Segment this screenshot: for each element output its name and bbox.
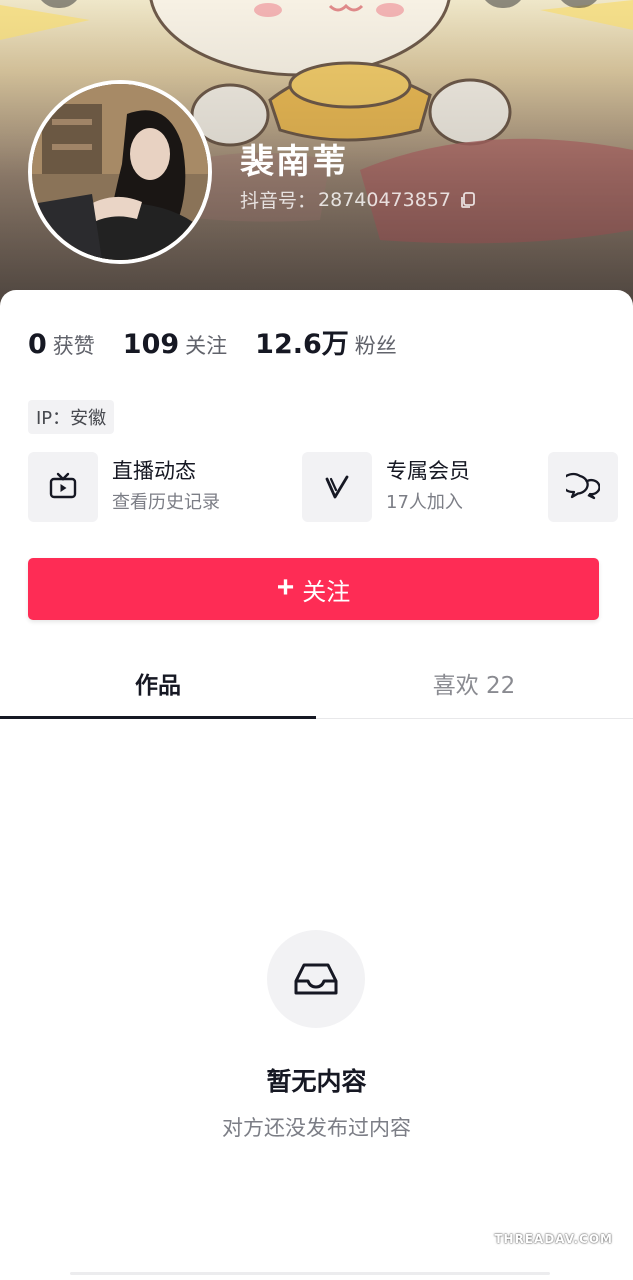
empty-state-icon-circle xyxy=(267,930,365,1028)
group-chat-icon-box xyxy=(548,452,618,522)
stat-following-value: 109 xyxy=(122,329,180,360)
stat-following-label: 关注 xyxy=(185,334,228,358)
watermark: THREADAV.COM xyxy=(494,1232,613,1246)
stat-likes-label: 获赞 xyxy=(52,334,95,358)
stat-likes[interactable]: 0 获赞 xyxy=(28,329,95,360)
live-history-title: 直播动态 xyxy=(112,459,196,483)
membership-subtitle: 17人加入 xyxy=(386,492,463,513)
empty-state-subtitle: 对方还没发布过内容 xyxy=(222,1116,411,1140)
douyin-id: 抖音号： 28740473857 xyxy=(240,186,477,213)
tv-play-icon xyxy=(49,472,77,499)
avatar-photo xyxy=(32,84,208,260)
tab-works[interactable]: 作品 xyxy=(0,648,316,718)
douyin-id-value: 28740473857 xyxy=(318,188,451,211)
follow-button-label: 关注 xyxy=(302,578,351,606)
empty-state-title: 暂无内容 xyxy=(266,1067,367,1096)
follow-button[interactable]: + 关注 xyxy=(28,558,599,620)
live-history-entry[interactable]: 直播动态 查看历史记录 xyxy=(28,452,220,522)
stat-followers[interactable]: 12.6万 粉丝 xyxy=(255,322,397,361)
v-logo-icon xyxy=(325,475,349,499)
group-chat-entry[interactable] xyxy=(548,452,618,522)
profile-card: 0 获赞 109 关注 12.6万 粉丝 IP：安徽 直播动态 查看历史记录 专… xyxy=(0,290,633,1280)
stat-likes-value: 0 xyxy=(28,329,47,360)
copy-icon[interactable] xyxy=(459,191,477,209)
group-chat-icon xyxy=(566,472,600,500)
content-tabs: 作品 喜欢 22 xyxy=(0,648,633,719)
membership-icon-box xyxy=(302,452,372,522)
live-history-icon-box xyxy=(28,452,98,522)
live-history-subtitle: 查看历史记录 xyxy=(112,492,220,513)
ip-location-tag: IP：安徽 xyxy=(28,400,115,434)
tab-likes[interactable]: 喜欢 22 xyxy=(316,648,632,718)
stat-followers-value: 12.6万 xyxy=(255,329,349,360)
plus-icon: + xyxy=(276,571,295,604)
avatar[interactable] xyxy=(28,80,212,264)
bottom-divider xyxy=(70,1272,550,1275)
inbox-tray-icon xyxy=(294,963,338,995)
nickname: 裴南苇 xyxy=(240,142,348,182)
profile-banner: 裴南苇 抖音号： 28740473857 xyxy=(0,0,633,320)
douyin-id-label: 抖音号： xyxy=(240,190,317,212)
stat-followers-label: 粉丝 xyxy=(354,334,397,358)
membership-title: 专属会员 xyxy=(386,459,470,483)
stat-following[interactable]: 109 关注 xyxy=(123,329,227,360)
active-tab-indicator xyxy=(0,716,316,719)
profile-stats: 0 获赞 109 关注 12.6万 粉丝 xyxy=(28,322,397,361)
membership-entry[interactable]: 专属会员 17人加入 xyxy=(302,452,470,522)
